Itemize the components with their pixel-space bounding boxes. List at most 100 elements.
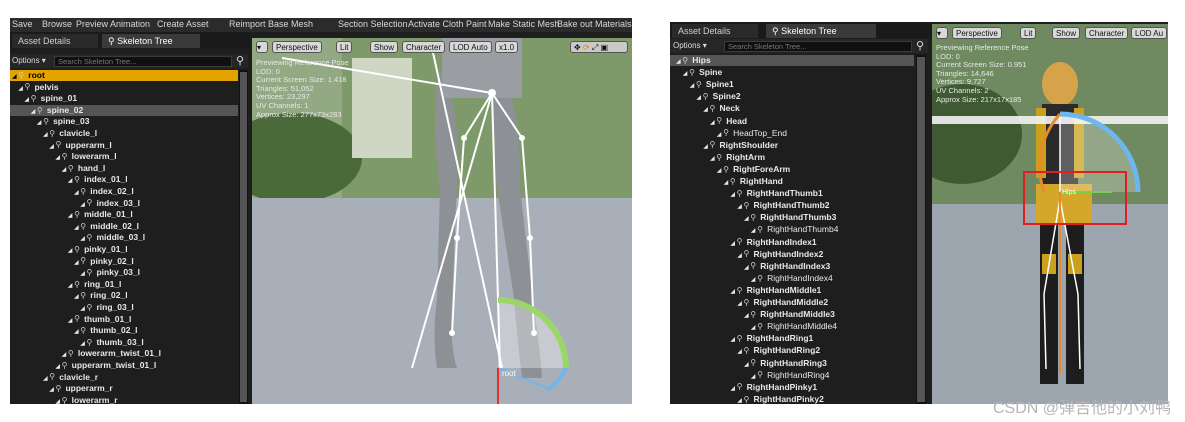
tree-row[interactable]: ◢ ⚲ RightHand [670, 176, 914, 187]
tree-row[interactable]: ◢ ⚲ pinky_03_l [10, 267, 238, 278]
tab-skeleton-tree[interactable]: ⚲ Skeleton Tree [102, 34, 200, 48]
tree-row[interactable]: ◢ ⚲ RightShoulder [670, 140, 914, 151]
tree-row[interactable]: ◢ ⚲ thumb_02_l [10, 325, 238, 336]
tree-row[interactable]: ◢ ⚲ ring_02_l [10, 290, 238, 301]
menu-activate-cloth-paint[interactable]: Activate Cloth Paint [408, 19, 487, 29]
character-button[interactable]: Character [1085, 27, 1129, 39]
tree-row[interactable]: ◢ ⚲ ring_01_l [10, 279, 238, 290]
search-icon[interactable]: ⚲ [236, 54, 244, 67]
menu-bake-out-materials[interactable]: Bake out Materials [557, 19, 632, 29]
tree-row[interactable]: ◢ ⚲ thumb_03_l [10, 337, 238, 348]
tree-row[interactable]: ◢ ⚲ middle_03_l [10, 232, 238, 243]
tree-row[interactable]: ◢ ⚲ RightHandIndex4 [670, 273, 914, 284]
search-input[interactable]: Search Skeleton Tree... [724, 41, 912, 52]
tree-row[interactable]: ◢ ⚲ Head [670, 116, 914, 127]
menu-save[interactable]: Save [12, 19, 33, 29]
tab-skeleton-tree[interactable]: ⚲ Skeleton Tree [766, 24, 876, 38]
menu-section-selection[interactable]: Section Selection [338, 19, 408, 29]
speed-button[interactable]: x1.0 [495, 41, 519, 53]
tree-row[interactable]: ◢ ⚲ Hips [670, 55, 914, 66]
perspective-button[interactable]: Perspective [272, 41, 322, 53]
show-button[interactable]: Show [370, 41, 399, 53]
viewport[interactable]: Hips ▾ Perspective Lit Show Character LO… [932, 24, 1168, 404]
menu-reimport-base-mesh[interactable]: Reimport Base Mesh [229, 19, 313, 29]
tree-row[interactable]: ◢ ⚲ RightHandRing3 [670, 358, 914, 369]
tree-row[interactable]: ◢ ⚲ thumb_01_l [10, 314, 238, 325]
lit-button[interactable]: Lit [336, 41, 353, 53]
scrollbar-thumb[interactable] [917, 57, 925, 402]
tree-scrollbar[interactable] [239, 70, 248, 404]
tree-row[interactable]: ◢ ⚲ RightHandRing4 [670, 370, 914, 381]
show-button[interactable]: Show [1052, 27, 1081, 39]
tree-row[interactable]: ◢ ⚲ upperarm_twist_01_l [10, 360, 238, 371]
tree-row[interactable]: ◢ ⚲ root [10, 70, 238, 81]
tree-row[interactable]: ◢ ⚲ RightHandIndex2 [670, 249, 914, 260]
tree-row[interactable]: ◢ ⚲ RightHandPinky2 [670, 394, 914, 404]
scale-icon[interactable]: ⤢ [592, 43, 598, 52]
tree-row[interactable]: ◢ ⚲ RightHandThumb4 [670, 224, 914, 235]
tree-row[interactable]: ◢ ⚲ HeadTop_End [670, 128, 914, 139]
cube-icon[interactable]: ▣ [601, 43, 609, 52]
tree-row[interactable]: ◢ ⚲ RightArm [670, 152, 914, 163]
tree-row[interactable]: ◢ ⚲ Spine2 [670, 91, 914, 102]
viewport[interactable]: root ▾ Perspective Lit Show Character LO… [252, 38, 632, 404]
tab-asset-details[interactable]: Asset Details [12, 34, 98, 48]
lod-button[interactable]: LOD Auto [449, 41, 492, 53]
tree-row[interactable]: ◢ ⚲ pinky_01_l [10, 244, 238, 255]
tree-row[interactable]: ◢ ⚲ RightHandThumb1 [670, 188, 914, 199]
tree-row[interactable]: ◢ ⚲ lowerarm_r [10, 395, 238, 404]
tree-row[interactable]: ◢ ⚲ RightHandThumb2 [670, 200, 914, 211]
scrollbar-thumb[interactable] [240, 72, 247, 402]
tree-row[interactable]: ◢ ⚲ index_01_l [10, 174, 238, 185]
transform-tools[interactable]: ✥ ⟳ ⤢ ▣ [570, 41, 628, 53]
tree-row[interactable]: ◢ ⚲ hand_l [10, 163, 238, 174]
tree-row[interactable]: ◢ ⚲ index_03_l [10, 198, 238, 209]
tree-row[interactable]: ◢ ⚲ lowerarm_l [10, 151, 238, 162]
tree-row[interactable]: ◢ ⚲ spine_03 [10, 116, 238, 127]
tree-row[interactable]: ◢ ⚲ RightHandMiddle4 [670, 321, 914, 332]
perspective-button[interactable]: Perspective [952, 27, 1002, 39]
tree-row[interactable]: ◢ ⚲ pinky_02_l [10, 256, 238, 267]
character-button[interactable]: Character [402, 41, 446, 53]
tree-scrollbar[interactable] [916, 55, 926, 404]
tree-row[interactable]: ◢ ⚲ pelvis [10, 82, 238, 93]
tree-row[interactable]: ◢ ⚲ lowerarm_twist_01_l [10, 348, 238, 359]
tree-row[interactable]: ◢ ⚲ middle_01_l [10, 209, 238, 220]
tree-row[interactable]: ◢ ⚲ upperarm_r [10, 383, 238, 394]
tree-row[interactable]: ◢ ⚲ RightHandMiddle2 [670, 297, 914, 308]
tree-row[interactable]: ◢ ⚲ RightHandMiddle3 [670, 309, 914, 320]
search-icon[interactable]: ⚲ [916, 39, 924, 52]
tree-row[interactable]: ◢ ⚲ Spine [670, 67, 914, 78]
tree-row[interactable]: ◢ ⚲ RightHandIndex3 [670, 261, 914, 272]
tree-row[interactable]: ◢ ⚲ RightHandPinky1 [670, 382, 914, 393]
options-dropdown[interactable]: Options ▾ [12, 56, 46, 65]
tree-row[interactable]: ◢ ⚲ Spine1 [670, 79, 914, 90]
tree-row[interactable]: ◢ ⚲ RightForeArm [670, 164, 914, 175]
menu-preview-animation[interactable]: Preview Animation [76, 19, 150, 29]
menu-create-asset[interactable]: Create Asset [157, 19, 209, 29]
tree-row[interactable]: ◢ ⚲ Neck [670, 103, 914, 114]
search-input[interactable]: Search Skeleton Tree... [54, 56, 232, 67]
viewport-menu-button[interactable]: ▾ [256, 41, 268, 53]
tree-row[interactable]: ◢ ⚲ spine_02 [10, 104, 238, 116]
options-dropdown[interactable]: Options ▾ [673, 41, 707, 50]
viewport-menu-button[interactable]: ▾ [936, 27, 948, 39]
tree-row[interactable]: ◢ ⚲ RightHandMiddle1 [670, 285, 914, 296]
menu-make-static-mesh[interactable]: Make Static Mesh [488, 19, 560, 29]
tree-row[interactable]: ◢ ⚲ ring_03_l [10, 302, 238, 313]
tree-row[interactable]: ◢ ⚲ clavicle_l [10, 128, 238, 139]
tree-row[interactable]: ◢ ⚲ middle_02_l [10, 221, 238, 232]
tree-row[interactable]: ◢ ⚲ spine_01 [10, 93, 238, 104]
rotate-icon[interactable]: ⟳ [583, 43, 590, 52]
tree-row[interactable]: ◢ ⚲ clavicle_r [10, 372, 238, 383]
lod-button[interactable]: LOD Au [1131, 27, 1168, 39]
menu-browse[interactable]: Browse [42, 19, 72, 29]
tree-row[interactable]: ◢ ⚲ upperarm_l [10, 140, 238, 151]
lit-button[interactable]: Lit [1020, 27, 1037, 39]
move-icon[interactable]: ✥ [574, 43, 581, 52]
tree-row[interactable]: ◢ ⚲ RightHandIndex1 [670, 237, 914, 248]
tree-row[interactable]: ◢ ⚲ RightHandRing1 [670, 333, 914, 344]
tree-row[interactable]: ◢ ⚲ index_02_l [10, 186, 238, 197]
tree-row[interactable]: ◢ ⚲ RightHandThumb3 [670, 212, 914, 223]
tree-row[interactable]: ◢ ⚲ RightHandRing2 [670, 345, 914, 356]
